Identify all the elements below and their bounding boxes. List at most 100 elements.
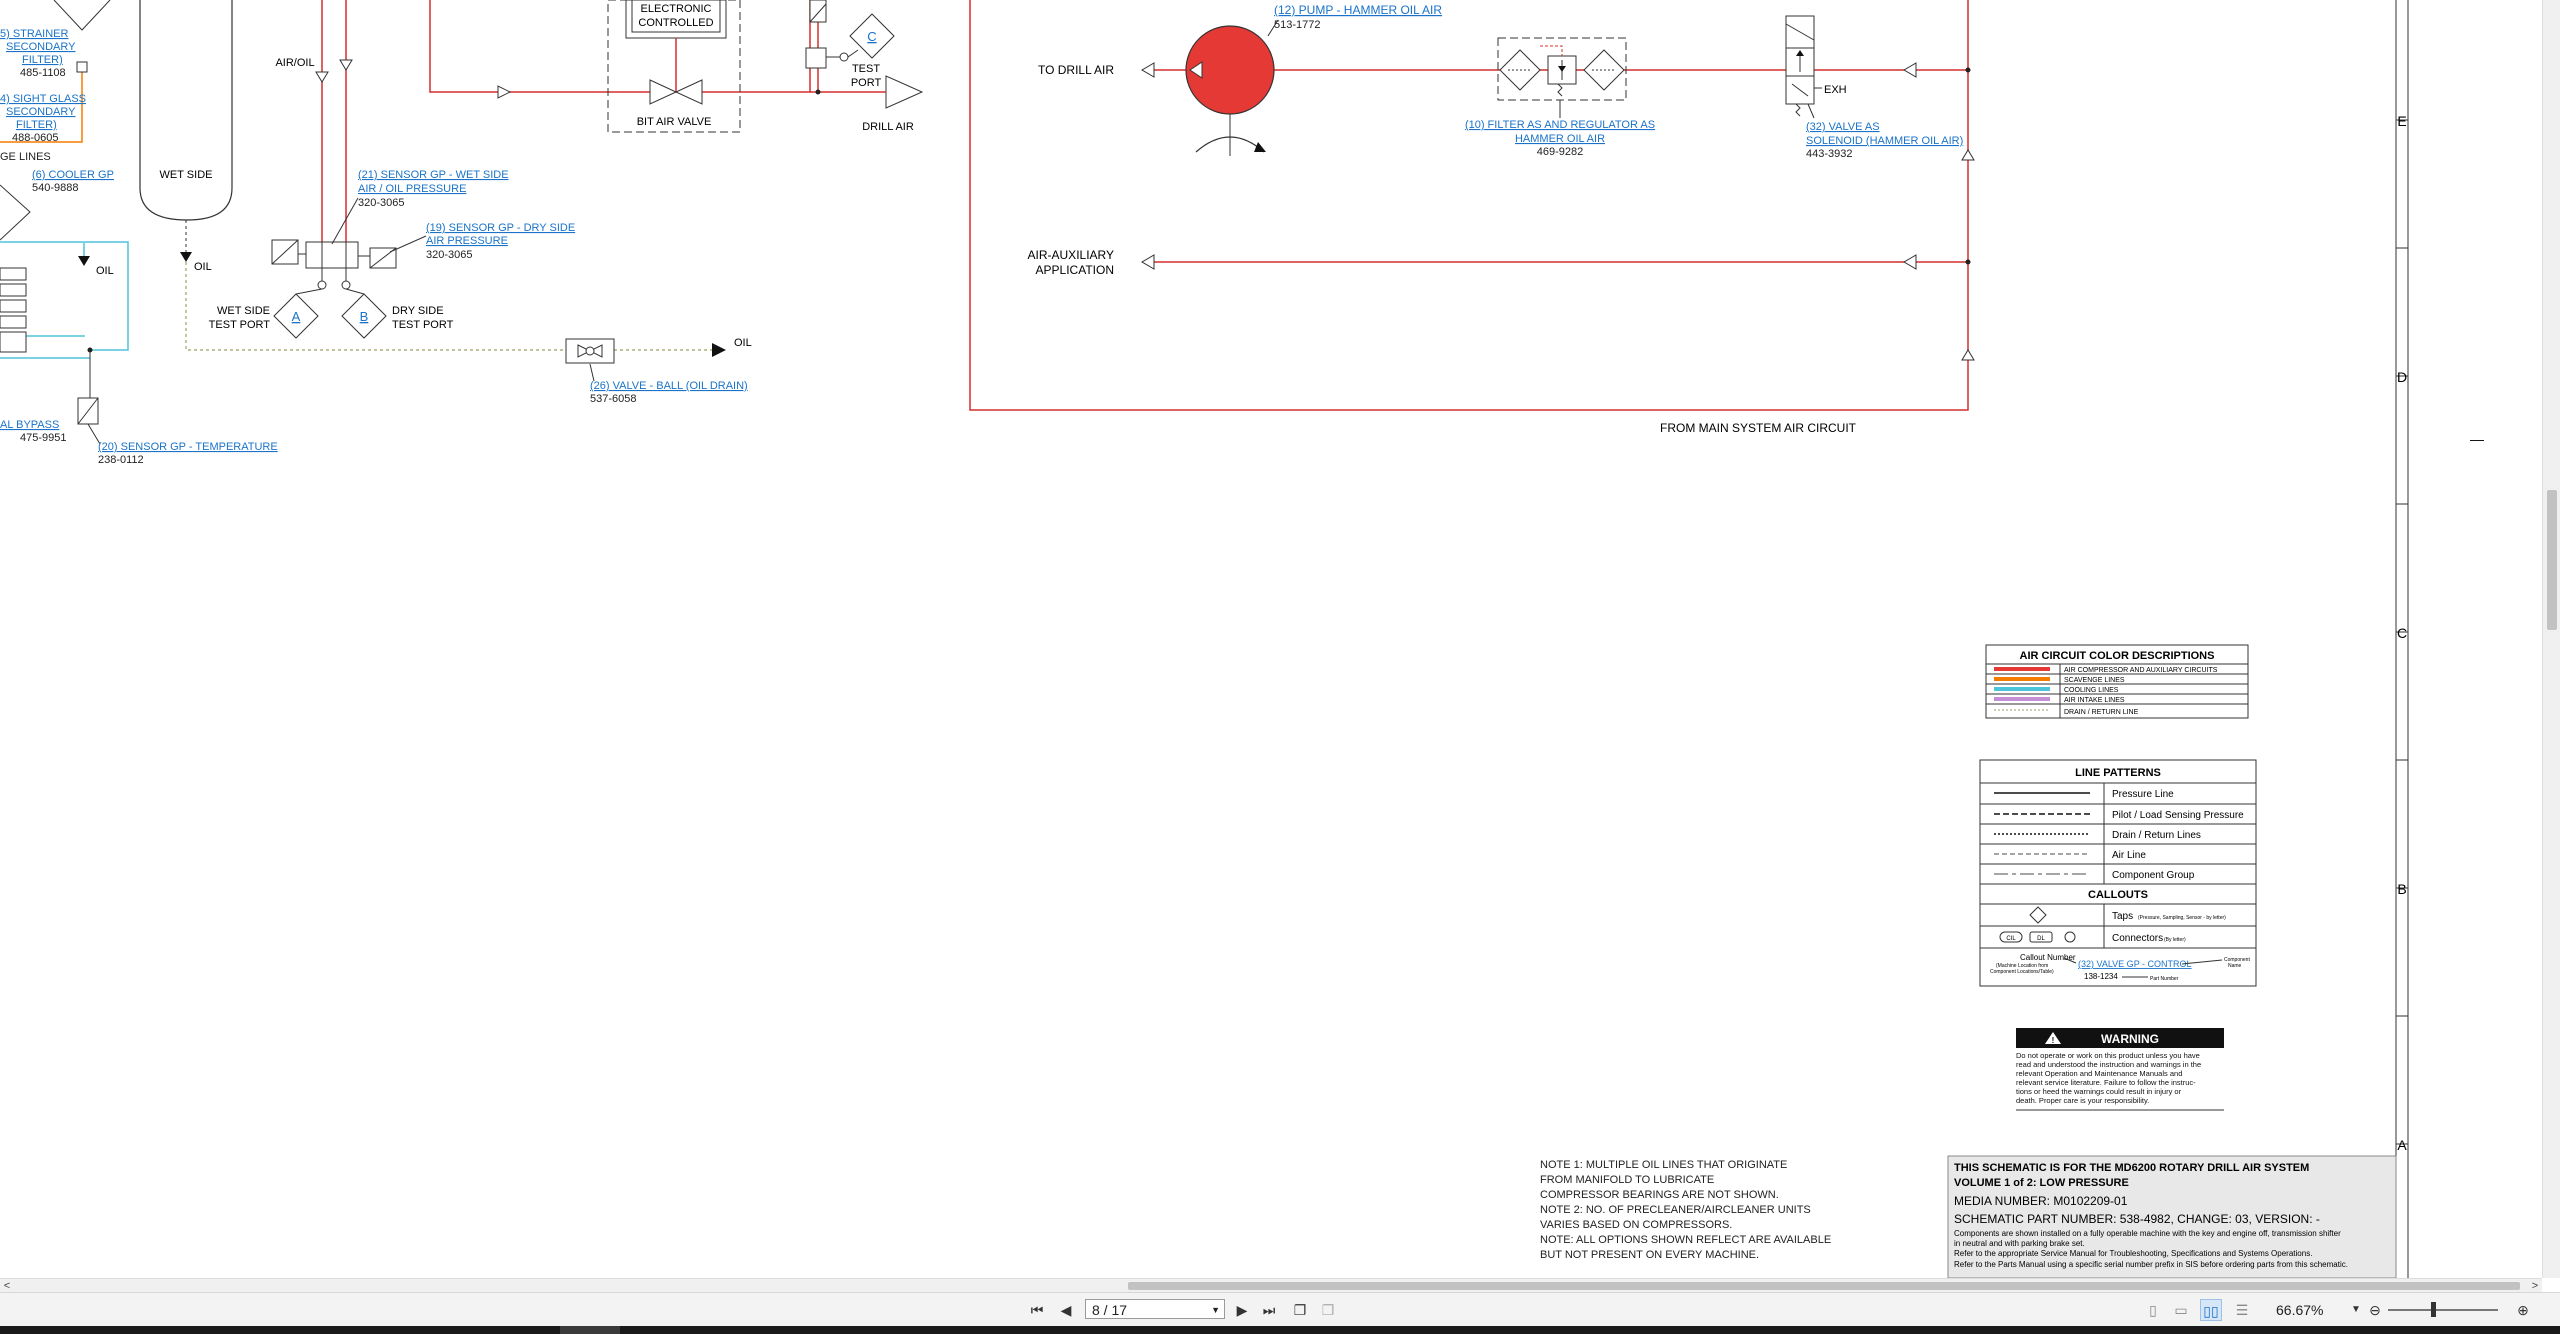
callout-dry-sensor-link[interactable]: (19) SENSOR GP - DRY SIDE xyxy=(426,222,575,234)
side-dash: — xyxy=(2470,431,2484,447)
zoom-slider-track[interactable] xyxy=(2388,1309,2498,1311)
line-patterns-table: LINE PATTERNS Pressure Line Pilot / Load… xyxy=(1979,759,2257,987)
svg-text:B: B xyxy=(2397,881,2406,897)
svg-text:Taps: Taps xyxy=(2112,911,2133,922)
test-port-label-2: PORT xyxy=(851,77,882,89)
electronic-label-1: ELECTRONIC xyxy=(641,3,712,15)
callout-sight-glass-link[interactable]: 4) SIGHT GLASS xyxy=(0,93,86,105)
exh-label: EXH xyxy=(1824,84,1847,96)
warning-title: WARNING xyxy=(2101,1032,2159,1046)
callout-solenoid-link[interactable]: (32) VALVE AS xyxy=(1806,121,1880,133)
svg-text:238-0112: 238-0112 xyxy=(98,454,144,466)
electronic-label-2: CONTROLLED xyxy=(638,17,713,29)
page-dropdown-icon[interactable]: ▼ xyxy=(1211,1300,1220,1320)
svg-text:A: A xyxy=(292,309,301,324)
callout-filter-link[interactable]: (10) FILTER AS AND REGULATOR AS xyxy=(1465,119,1655,131)
schematic-canvas[interactable]: WET SIDE AIR/OIL OIL OIL OIL A B WET SID… xyxy=(0,0,2542,1278)
scroll-left-arrow[interactable]: < xyxy=(0,1279,14,1293)
svg-text:Component Group: Component Group xyxy=(2112,870,2195,881)
view-mode-alt-icon[interactable]: ❐ xyxy=(1318,1299,1338,1321)
air-aux-label-1: AIR-AUXILIARY xyxy=(1028,248,1114,262)
svg-text:relevant Operation and Mainten: relevant Operation and Maintenance Manua… xyxy=(2016,1069,2182,1078)
callout-ball-valve-link[interactable]: (26) VALVE - BALL (OIL DRAIN) xyxy=(590,380,748,392)
svg-text:Pilot / Load Sensing Pressure: Pilot / Load Sensing Pressure xyxy=(2112,810,2244,821)
oil-drain-label: OIL xyxy=(734,337,752,349)
wet-test-port-label-2: TEST PORT xyxy=(209,319,271,331)
svg-text:B: B xyxy=(360,309,369,324)
svg-text:AIR PRESSURE[interactable]: AIR PRESSURE xyxy=(426,235,508,247)
svg-text:read and understood the instru: read and understood the instruction and … xyxy=(2016,1060,2201,1069)
svg-text:537-6058: 537-6058 xyxy=(590,393,637,405)
previous-page-button[interactable]: ◀ xyxy=(1058,1299,1074,1321)
bit-air-valve-label: BIT AIR VALVE xyxy=(637,116,712,128)
vertical-scrollbar[interactable] xyxy=(2542,0,2560,1278)
svg-text:FILTER)[interactable]: FILTER) xyxy=(22,54,63,66)
single-page-view-icon[interactable]: ▯ xyxy=(2144,1299,2162,1321)
svg-text:!: ! xyxy=(2052,1036,2055,1045)
svg-text:VARIES BASED ON COMPRESSORS.: VARIES BASED ON COMPRESSORS. xyxy=(1540,1219,1732,1231)
horizontal-scroll-thumb[interactable] xyxy=(1128,1282,2520,1290)
svg-text:Components are shown installed: Components are shown installed on a full… xyxy=(1954,1229,2341,1238)
air-aux-label-2: APPLICATION xyxy=(1036,263,1114,277)
svg-text:SOLENOID (HAMMER OIL AIR)[interactable]: SOLENOID (HAMMER OIL AIR) xyxy=(1806,135,1963,147)
svg-text:SECONDARY[interactable]: SECONDARY xyxy=(6,41,76,53)
view-mode-icon[interactable]: ❐ xyxy=(1290,1299,1310,1321)
scroll-right-arrow[interactable]: > xyxy=(2528,1279,2542,1293)
continuous-view-icon[interactable]: ▭ xyxy=(2172,1299,2190,1321)
first-page-button[interactable]: ⏮ xyxy=(1028,1299,1046,1321)
air-oil-lines xyxy=(321,0,880,245)
to-drill-air-label: TO DRILL AIR xyxy=(1038,63,1114,77)
zoom-out-icon[interactable]: ⊖ xyxy=(2366,1299,2384,1321)
title-block: THIS SCHEMATIC IS FOR THE MD6200 ROTARY … xyxy=(1947,1155,2397,1278)
svg-text:FROM MANIFOLD TO LUBRICATE: FROM MANIFOLD TO LUBRICATE xyxy=(1540,1174,1714,1186)
callout-temp-sensor-link[interactable]: (20) SENSOR GP - TEMPERATURE xyxy=(98,441,278,453)
svg-text:Refer to the appropriate Servi: Refer to the appropriate Service Manual … xyxy=(1954,1249,2312,1258)
zoom-level[interactable]: 66.67% xyxy=(2276,1299,2323,1321)
zoom-dropdown-icon[interactable]: ▼ xyxy=(2350,1299,2362,1321)
zoom-slider-knob[interactable] xyxy=(2431,1302,2436,1317)
scroll-view-icon[interactable]: ☰ xyxy=(2232,1299,2252,1321)
tap-a-icon[interactable]: A xyxy=(273,293,319,339)
callout-pump-link[interactable]: (12) PUMP - HAMMER OIL AIR xyxy=(1274,3,1442,17)
svg-text:Connectors: Connectors xyxy=(2112,933,2163,944)
vertical-scroll-thumb[interactable] xyxy=(2547,490,2557,630)
sensor-manifold-icon xyxy=(305,241,359,269)
callout-wet-sensor-link[interactable]: (21) SENSOR GP - WET SIDE xyxy=(358,169,509,181)
svg-text:SECONDARY[interactable]: SECONDARY xyxy=(6,106,76,118)
svg-text:488-0605: 488-0605 xyxy=(12,132,59,144)
receiver-tank-icon xyxy=(139,0,233,221)
svg-text:FILTER)[interactable]: FILTER) xyxy=(16,119,57,131)
ge-lines-label: GE LINES xyxy=(0,151,51,163)
svg-text:A: A xyxy=(2397,1137,2407,1153)
svg-text:LINE PATTERNS: LINE PATTERNS xyxy=(2075,767,2161,779)
svg-text:Callout Number: Callout Number xyxy=(2020,953,2076,962)
svg-text:COOLING LINES: COOLING LINES xyxy=(2064,687,2119,694)
horizontal-scrollbar[interactable]: < > xyxy=(0,1278,2542,1293)
svg-text:NOTE 2: NO. OF PRECLEANER/AIRC: NOTE 2: NO. OF PRECLEANER/AIRCLEANER UNI… xyxy=(1540,1204,1811,1216)
svg-text:E: E xyxy=(2397,113,2406,129)
callout-cooler-link[interactable]: (6) COOLER GP xyxy=(32,169,114,181)
tap-b-icon[interactable]: B xyxy=(341,293,387,339)
zoom-in-icon[interactable]: ⊕ xyxy=(2514,1299,2532,1321)
svg-text:Pressure Line: Pressure Line xyxy=(2112,789,2174,800)
air-oil-label: AIR/OIL xyxy=(275,57,314,69)
grid-letters: E D C B A xyxy=(2397,113,2407,1153)
next-page-button[interactable]: ▶ xyxy=(1234,1299,1250,1321)
dry-test-port-label-2: TEST PORT xyxy=(392,319,454,331)
svg-text:VOLUME 1 of 2: LOW PRESSURE: VOLUME 1 of 2: LOW PRESSURE xyxy=(1954,1177,2129,1189)
two-page-view-icon[interactable]: ▯▯ xyxy=(2200,1299,2222,1321)
svg-text:COMPRESSOR BEARINGS ARE NOT SH: COMPRESSOR BEARINGS ARE NOT SHOWN. xyxy=(1540,1189,1779,1201)
svg-text:AIR COMPRESSOR AND AUXILIARY C: AIR COMPRESSOR AND AUXILIARY CIRCUITS xyxy=(2064,667,2218,674)
last-page-button[interactable]: ⏭ xyxy=(1260,1299,1278,1321)
svg-text:HAMMER OIL AIR[interactable]: HAMMER OIL AIR xyxy=(1515,133,1605,145)
svg-text:death. Proper care is your res: death. Proper care is your responsibilit… xyxy=(2016,1096,2149,1105)
svg-text:Refer to the Parts Manual usin: Refer to the Parts Manual using a specif… xyxy=(1954,1260,2348,1269)
svg-text:in neutral and with parking br: in neutral and with parking brake set. xyxy=(1954,1239,2085,1248)
callout-bypass-link[interactable]: AL BYPASS xyxy=(0,419,59,431)
callout-strainer-link[interactable]: 5) STRAINER xyxy=(0,28,69,40)
svg-text:(By letter): (By letter) xyxy=(2164,937,2186,943)
svg-text:AIR / OIL PRESSURE[interactable]: AIR / OIL PRESSURE xyxy=(358,183,466,195)
svg-text:C: C xyxy=(2397,625,2407,641)
svg-text:Component Locations/Table): Component Locations/Table) xyxy=(1990,969,2054,975)
page-number-field[interactable]: 8 / 17 ▼ xyxy=(1085,1299,1225,1319)
